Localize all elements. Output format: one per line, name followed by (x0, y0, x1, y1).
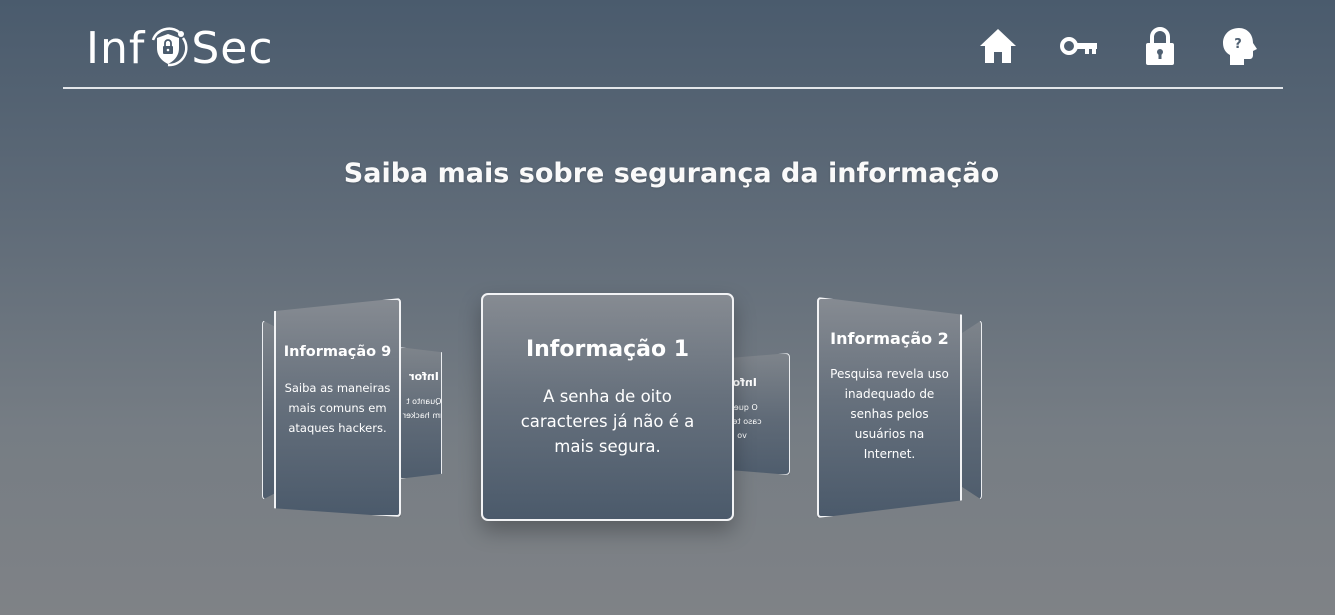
infosec-logo[interactable]: Inf Sec (86, 18, 274, 78)
logo-text-suffix: Sec (191, 22, 274, 74)
behind-center-line-3: vo (737, 431, 747, 440)
active-card-text: A senha de oito caracteres já não é a ma… (520, 387, 695, 456)
shield-lock-icon (146, 26, 190, 70)
nav-password-button[interactable] (1058, 26, 1102, 70)
logo-text-prefix: Inf (86, 22, 146, 74)
right-card-title: Informação 2 (830, 329, 949, 348)
home-icon (977, 25, 1019, 71)
nav-help-button[interactable]: ? (1218, 26, 1262, 70)
key-icon (1060, 26, 1100, 70)
carousel-card-hidden-far-left[interactable] (262, 320, 276, 500)
head-question-icon: ? (1219, 24, 1261, 72)
page-title: Saiba mais sobre segurança da informação (343, 158, 1000, 189)
behind-left-line-2: um hacker (402, 411, 442, 420)
carousel-card-behind-left[interactable]: Infor Quanto t um hacker (398, 347, 442, 479)
header-divider (63, 87, 1283, 89)
behind-left-title: Infor (409, 370, 439, 383)
behind-left-line-1: Quanto t (406, 397, 442, 406)
carousel-card-behind-center[interactable]: Infor O que d caso tenh vo (731, 353, 790, 475)
carousel-card-right[interactable]: Informação 2 Pesquisa revela uso inadequ… (817, 297, 962, 518)
svg-text:?: ? (1234, 37, 1242, 52)
nav-home-button[interactable] (976, 26, 1020, 70)
behind-center-line-2: caso tenh (732, 417, 762, 426)
lock-icon (1140, 24, 1180, 72)
nav-security-button[interactable] (1138, 26, 1182, 70)
left-card-title: Informação 9 (283, 344, 392, 360)
carousel-card-left[interactable]: Informação 9 Saiba as maneiras mais comu… (274, 298, 401, 517)
active-card-title: Informação 1 (525, 337, 690, 362)
carousel-card-hidden-far-right[interactable] (960, 320, 982, 500)
behind-center-line-1: O que d (732, 403, 758, 412)
left-card-text: Saiba as maneiras mais comuns em ataques… (284, 381, 391, 435)
carousel-card-active[interactable]: Informação 1 A senha de oito caracteres … (481, 293, 734, 521)
right-card-text: Pesquisa revela uso inadequado de senhas… (830, 367, 949, 461)
behind-center-title: Infor (732, 376, 757, 389)
